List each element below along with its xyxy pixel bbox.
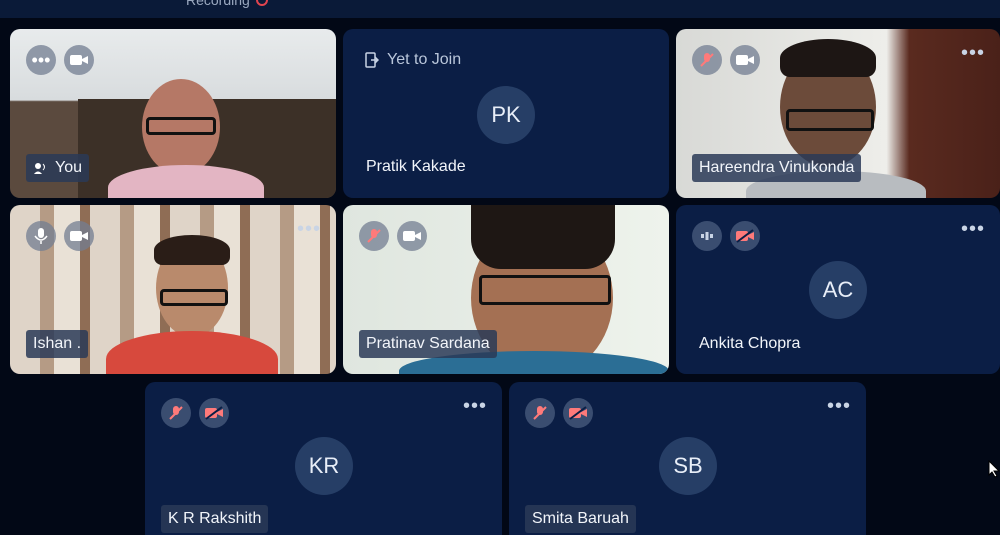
speaking-icon (34, 163, 45, 174)
top-bar: Recording (0, 0, 1000, 18)
hair-decoration (780, 39, 876, 77)
participant-tile-smita[interactable]: ••• SB Smita Baruah (509, 382, 866, 535)
mic-muted-icon (700, 53, 714, 67)
mute-button[interactable] (525, 398, 555, 428)
audio-level-button[interactable] (692, 221, 722, 251)
camera-off-button[interactable] (199, 398, 229, 428)
avatar: AC (809, 261, 867, 319)
glasses-decoration (786, 109, 874, 131)
mouse-cursor-icon (988, 460, 1000, 478)
participant-name: Ankita Chopra (699, 335, 801, 352)
more-icon: ••• (462, 395, 487, 417)
camera-icon (70, 55, 88, 65)
participant-tile-you[interactable]: ••• You (10, 29, 336, 198)
more-options-button[interactable]: ••• (827, 396, 851, 416)
participant-tile-ishan[interactable]: ••• Ishan . (10, 205, 336, 374)
audio-level-icon (701, 232, 713, 240)
camera-icon (70, 231, 88, 241)
participant-name: Smita Baruah (525, 505, 636, 533)
more-icon: ••• (960, 42, 985, 64)
hair-decoration (154, 235, 230, 265)
participant-name: Pratinav Sardana (359, 330, 497, 358)
more-icon: ••• (826, 395, 851, 417)
more-options-button[interactable]: ••• (463, 396, 487, 416)
mic-button[interactable] (26, 221, 56, 251)
participant-name: Ishan . (26, 330, 89, 358)
mic-muted-icon (169, 406, 183, 420)
camera-button[interactable] (730, 45, 760, 75)
camera-off-icon (205, 406, 223, 420)
participant-tile-pratik[interactable]: Yet to Join PK Pratik Kakade (343, 29, 669, 198)
participant-tile-rakshith[interactable]: ••• KR K R Rakshith (145, 382, 502, 535)
participant-body (106, 331, 278, 374)
avatar: PK (477, 86, 535, 144)
participant-name: Hareendra Vinukonda (692, 154, 862, 182)
glasses-decoration (160, 289, 228, 306)
more-options-button[interactable]: ••• (961, 43, 985, 63)
participant-name: You (26, 154, 89, 182)
camera-icon (403, 231, 421, 241)
more-options-button[interactable]: ••• (961, 219, 985, 239)
more-icon: ••• (31, 50, 51, 70)
exit-door-icon (365, 52, 379, 68)
camera-button[interactable] (397, 221, 427, 251)
mute-button[interactable] (692, 45, 722, 75)
more-options-button[interactable]: ••• (26, 45, 56, 75)
camera-off-button[interactable] (730, 221, 760, 251)
camera-button[interactable] (64, 221, 94, 251)
camera-button[interactable] (64, 45, 94, 75)
mic-icon (34, 228, 48, 244)
mute-button[interactable] (359, 221, 389, 251)
avatar: KR (295, 437, 353, 495)
participant-tile-ankita[interactable]: ••• AC Ankita Chopra (676, 205, 1000, 374)
recording-icon (255, 0, 268, 6)
more-icon: ••• (960, 218, 985, 240)
recording-label: Recording (186, 0, 250, 8)
recording-indicator: Recording (186, 0, 268, 8)
participant-name: Pratik Kakade (366, 158, 466, 175)
participant-tile-hareendra[interactable]: ••• Hareendra Vinukonda (676, 29, 1000, 198)
camera-off-button[interactable] (563, 398, 593, 428)
join-status: Yet to Join (365, 51, 461, 69)
camera-icon (736, 55, 754, 65)
participant-tile-pratinav[interactable]: Pratinav Sardana (343, 205, 669, 374)
mic-muted-icon (367, 229, 381, 243)
mic-muted-icon (533, 406, 547, 420)
camera-off-icon (569, 406, 587, 420)
mute-button[interactable] (161, 398, 191, 428)
more-options-button[interactable]: ••• (297, 219, 321, 239)
glasses-decoration (479, 275, 611, 305)
more-icon: ••• (296, 218, 321, 240)
glasses-decoration (146, 117, 216, 135)
participant-name: K R Rakshith (161, 505, 269, 533)
camera-off-icon (736, 229, 754, 243)
avatar: SB (659, 437, 717, 495)
hair-decoration (471, 205, 615, 269)
